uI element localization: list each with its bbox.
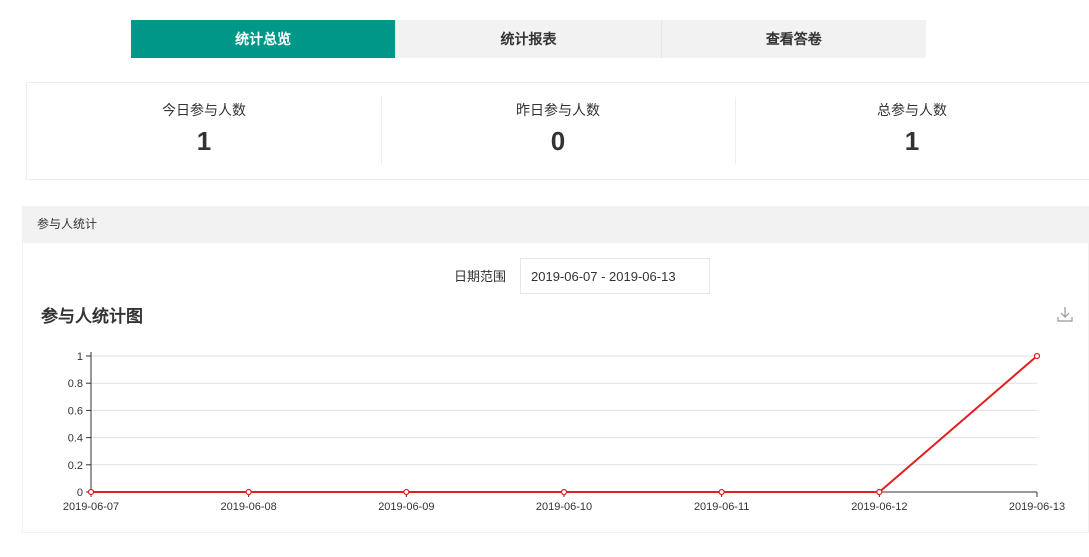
chart-series [87,352,1041,496]
y-tick-label: 0.4 [68,433,83,445]
data-point [403,488,410,496]
data-point [245,488,252,496]
data-point [718,488,725,496]
x-tick-label: 2019-06-08 [221,501,277,513]
y-tick-label: 0.6 [68,405,83,417]
data-point [87,488,95,496]
x-tick-labels: 2019-06-07 2019-06-08 2019-06-09 2019-06-10… [63,501,1065,513]
line-chart: 00.20.40.60.81 2019-06-07 2019-06-08 2019-… [63,351,1065,513]
chart-axes [86,352,1038,497]
y-tick-label: 1 [77,351,83,363]
chart-grid [91,355,1037,466]
y-tick-label: 0 [77,487,83,499]
x-tick-label: 2019-06-13 [1009,501,1065,513]
data-point [1033,352,1041,360]
x-tick-label: 2019-06-10 [536,501,592,513]
x-tick-label: 2019-06-07 [63,501,119,513]
x-tick-label: 2019-06-09 [378,501,434,513]
data-point [876,488,883,496]
x-tick-label: 2019-06-11 [694,501,749,513]
series-line [91,355,1038,493]
y-tick-labels: 0 0.2 0.4 0.6 0.8 1 [68,351,83,499]
y-tick-label: 0.8 [68,378,83,390]
x-tick-label: 2019-06-12 [851,501,907,513]
y-tick-label: 0.2 [68,460,83,472]
data-point [560,488,568,496]
